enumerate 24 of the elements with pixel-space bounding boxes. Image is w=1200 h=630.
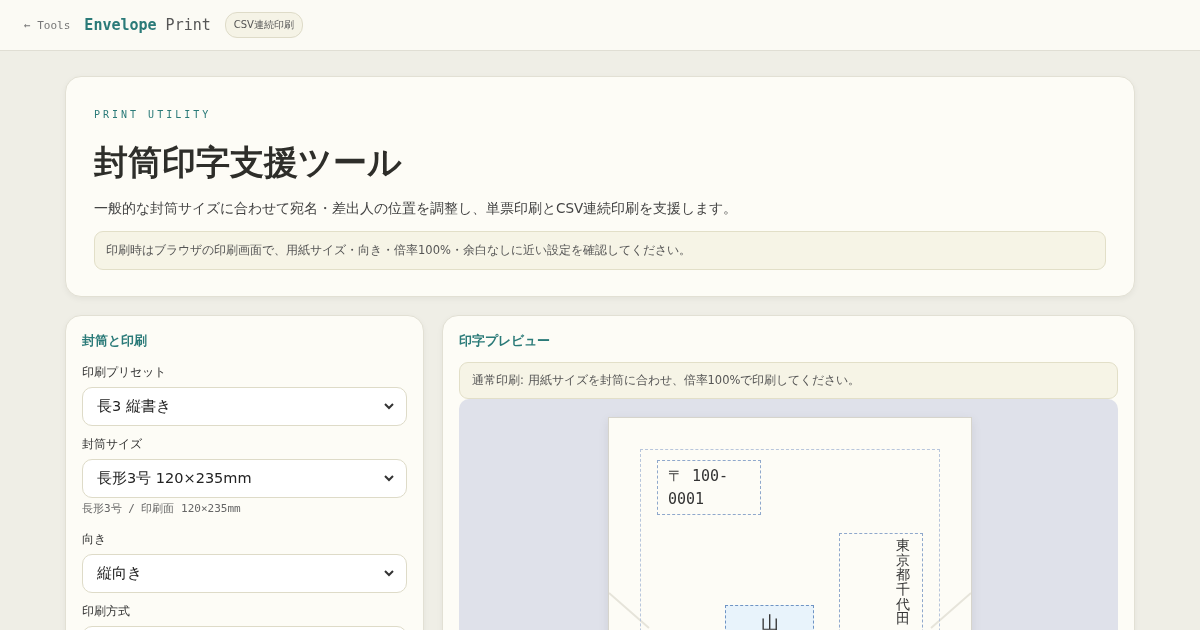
app-title: Envelope [84, 16, 157, 34]
app-title-suffix: Print [165, 16, 211, 34]
field-label: 封筒サイズ [82, 436, 143, 453]
postal-code[interactable]: 〒 100-0001 [657, 460, 761, 515]
page-heading: 封筒印字支援ツール [94, 141, 403, 184]
mode-badge: CSV連続印刷 [224, 12, 303, 38]
field-label: 向き [82, 531, 107, 548]
print-notice: 印刷時はブラウザの印刷画面で、用紙サイズ・向き・倍率100%・余白なしに近い設定を確認してください。 [94, 231, 1106, 270]
field-label: 印刷方式 [82, 603, 131, 620]
chevron-icon [384, 570, 394, 577]
panel-heading: 封筒と印刷 [82, 332, 148, 350]
back-link[interactable]: ← Tools [24, 18, 71, 32]
chevron-icon [384, 403, 394, 410]
select-field[interactable]: 長形3号 120×235mm [82, 459, 407, 498]
select-field[interactable]: 長3 縦書き [82, 387, 407, 426]
description: 一般的な封筒サイズに合わせて宛名・差出人の位置を調整し、単票印刷とCSV連続印刷を支援します。 [94, 200, 739, 218]
field-label: 印刷プリセット [82, 364, 167, 381]
select-field[interactable]: 縦向き [82, 554, 407, 593]
print-notice: 通常印刷: 用紙サイズを封筒に合わせ、倍率100%で印刷してください。 [459, 362, 1118, 399]
panel-heading: 印字プレビュー [459, 332, 551, 350]
size-hint: 長形3号 / 印刷面 120×235mm [82, 501, 242, 516]
eyebrow-label: PRINT UTILITY [94, 109, 213, 120]
chevron-icon [384, 475, 394, 482]
address-box[interactable]: 東京都千代田 [839, 533, 923, 630]
